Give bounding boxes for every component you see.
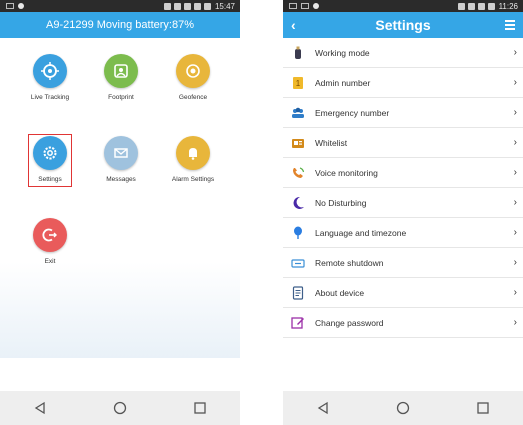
tile-label: Messages (106, 176, 136, 183)
tile-live-tracking[interactable]: Live Tracking (15, 54, 85, 101)
alarm-icon (457, 2, 465, 10)
tile-label: Geofence (178, 94, 208, 101)
tile-geofence[interactable]: Geofence (158, 54, 228, 101)
settings-item-working-mode[interactable]: Working mode › (283, 38, 523, 68)
status-bar: 11:26 (283, 0, 523, 12)
settings-item-voice-monitoring[interactable]: Voice monitoring › (283, 158, 523, 188)
status-time: 15:47 (214, 1, 235, 11)
recents-nav-icon[interactable] (476, 401, 490, 415)
notification-icon (301, 3, 309, 9)
shutdown-icon (291, 256, 305, 270)
settings-item-admin-number[interactable]: 1 Admin number › (283, 68, 523, 98)
settings-title: Settings (375, 17, 431, 33)
back-nav-icon[interactable] (33, 401, 47, 415)
chevron-right-icon: › (513, 197, 517, 208)
settings-item-label: Emergency number (315, 107, 390, 118)
svg-text:1: 1 (296, 79, 301, 88)
tile-label: Live Tracking (30, 94, 70, 101)
crosshair-icon (33, 54, 67, 88)
menu-grid: Live Tracking Footprint Geofence Setting… (0, 38, 240, 358)
back-nav-icon[interactable] (316, 401, 330, 415)
settings-item-whitelist[interactable]: Whitelist › (283, 128, 523, 158)
chevron-right-icon: › (513, 317, 517, 328)
battery-icon (203, 2, 211, 10)
settings-highlight-box (28, 134, 72, 187)
settings-item-label: No Disturbing (315, 197, 367, 208)
vibrate-icon (173, 2, 181, 10)
settings-item-label: Whitelist (315, 137, 348, 148)
settings-header: ‹ Settings (283, 12, 523, 38)
home-nav-icon[interactable] (113, 401, 127, 415)
device-status-title: A9-21299 Moving battery:87% (46, 19, 194, 31)
footprint-icon (104, 54, 138, 88)
bell-icon (176, 136, 210, 170)
tile-messages[interactable]: Messages (86, 136, 156, 183)
chevron-right-icon: › (513, 167, 517, 178)
alarm-icon (163, 2, 171, 10)
android-nav-bar (283, 391, 523, 425)
chevron-right-icon: › (513, 47, 517, 58)
android-nav-bar (0, 391, 240, 425)
tile-label: Footprint (108, 94, 134, 101)
whitelist-icon (291, 136, 305, 150)
chevron-right-icon: › (513, 227, 517, 238)
chevron-right-icon: › (513, 107, 517, 118)
chevron-right-icon: › (513, 287, 517, 298)
tile-alarm-settings[interactable]: Alarm Settings (158, 136, 228, 183)
settings-item-label: About device (315, 287, 365, 298)
signal-icon (477, 2, 485, 10)
status-time: 11:26 (498, 1, 518, 11)
settings-list: Working mode › 1 Admin number › Emergenc… (283, 38, 523, 338)
settings-item-label: Admin number (315, 77, 371, 88)
settings-item-emergency-number[interactable]: Emergency number › (283, 98, 523, 128)
record-icon (313, 3, 319, 9)
globe-icon (291, 226, 305, 240)
settings-item-label: Voice monitoring (315, 167, 378, 178)
geofence-icon (176, 54, 210, 88)
tile-footprint[interactable]: Footprint (86, 54, 156, 101)
people-icon (291, 106, 305, 120)
phone-icon (291, 166, 305, 180)
tile-label: Alarm Settings (171, 176, 215, 183)
moon-icon (291, 196, 305, 210)
document-icon (291, 285, 305, 300)
recents-nav-icon[interactable] (193, 401, 207, 415)
settings-item-label: Change password (315, 317, 384, 328)
settings-item-label: Remote shutdown (315, 257, 384, 268)
settings-item-no-disturbing[interactable]: No Disturbing › (283, 188, 523, 218)
settings-item-change-password[interactable]: Change password › (283, 308, 523, 338)
wifi-icon (467, 2, 475, 10)
settings-screen: 11:26 ‹ Settings Working mode › 1 Admin … (283, 0, 523, 425)
settings-item-remote-shutdown[interactable]: Remote shutdown › (283, 248, 523, 278)
bottle-icon (291, 46, 305, 60)
settings-item-label: Language and timezone (315, 227, 407, 238)
admin-card-icon: 1 (291, 76, 305, 90)
back-arrow-icon[interactable]: ‹ (291, 17, 296, 33)
settings-item-label: Working mode (315, 47, 370, 58)
settings-item-language-timezone[interactable]: Language and timezone › (283, 218, 523, 248)
main-menu-screen: 15:47 A9-21299 Moving battery:87% Live T… (0, 0, 240, 425)
home-nav-icon[interactable] (396, 401, 410, 415)
device-status-header: A9-21299 Moving battery:87% (0, 12, 240, 38)
chevron-right-icon: › (513, 257, 517, 268)
menu-icon[interactable] (505, 20, 515, 30)
envelope-icon (104, 136, 138, 170)
battery-icon (487, 2, 495, 10)
chevron-right-icon: › (513, 137, 517, 148)
record-icon (18, 3, 24, 9)
edit-icon (291, 316, 305, 330)
notification-icon (6, 3, 14, 9)
wifi-icon (183, 2, 191, 10)
power-icon (33, 218, 67, 252)
settings-item-about-device[interactable]: About device › (283, 278, 523, 308)
notification-icon (289, 3, 297, 9)
tile-label: Exit (44, 258, 56, 265)
chevron-right-icon: › (513, 77, 517, 88)
status-bar: 15:47 (0, 0, 240, 12)
signal-icon (193, 2, 201, 10)
tile-exit[interactable]: Exit (15, 218, 85, 265)
